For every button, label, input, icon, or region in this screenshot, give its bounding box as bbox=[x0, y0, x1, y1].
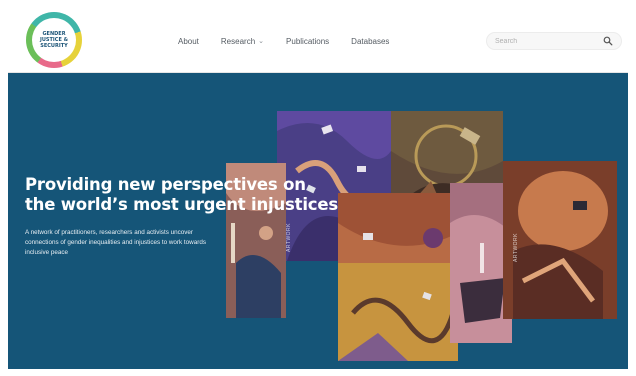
main-nav: About Research ⌄ Publications Databases bbox=[178, 34, 389, 48]
hero-subtitle: A network of practitioners, researchers … bbox=[25, 228, 260, 258]
logo-text: GENDER JUSTICE & SECURITY bbox=[32, 18, 76, 62]
search-box bbox=[486, 32, 622, 50]
browser-viewport: GENDER JUSTICE & SECURITY About Research… bbox=[0, 0, 636, 376]
nav-item-label: Publications bbox=[286, 36, 330, 46]
nav-item-label: About bbox=[178, 36, 199, 46]
search-input[interactable] bbox=[495, 37, 603, 45]
nav-item-research[interactable]: Research ⌄ bbox=[221, 37, 264, 46]
hero-title-line-2: the world’s most urgent injustices bbox=[25, 195, 338, 214]
search-icon[interactable] bbox=[603, 36, 613, 46]
nav-item-about[interactable]: About bbox=[178, 37, 199, 46]
hero-subtitle-line-2: connections of gender inequalities and i… bbox=[25, 239, 206, 246]
nav-item-databases[interactable]: Databases bbox=[351, 37, 389, 46]
hero-banner: ARTWORK ARTWORK Providing new perspectiv… bbox=[8, 73, 628, 369]
nav-item-publications[interactable]: Publications bbox=[286, 37, 329, 46]
site-logo[interactable]: GENDER JUSTICE & SECURITY bbox=[26, 12, 82, 68]
hero-subtitle-line-3: inclusive peace bbox=[25, 249, 69, 256]
artwork-panel-center bbox=[338, 193, 458, 361]
artwork-caption: ARTWORK bbox=[286, 223, 292, 252]
nav-item-label: Databases bbox=[351, 36, 390, 46]
logo-text-line-3: SECURITY bbox=[40, 43, 68, 49]
chevron-down-icon: ⌄ bbox=[258, 38, 265, 45]
hero-subtitle-line-1: A network of practitioners, researchers … bbox=[25, 229, 193, 236]
hero-title: Providing new perspectives on the world’… bbox=[25, 175, 385, 215]
artwork-panel-right bbox=[503, 161, 617, 319]
site-header: GENDER JUSTICE & SECURITY About Research… bbox=[8, 8, 628, 73]
artwork-caption: ARTWORK bbox=[513, 233, 519, 262]
hero-title-line-1: Providing new perspectives on bbox=[25, 175, 306, 194]
nav-item-label: Research bbox=[220, 36, 256, 46]
